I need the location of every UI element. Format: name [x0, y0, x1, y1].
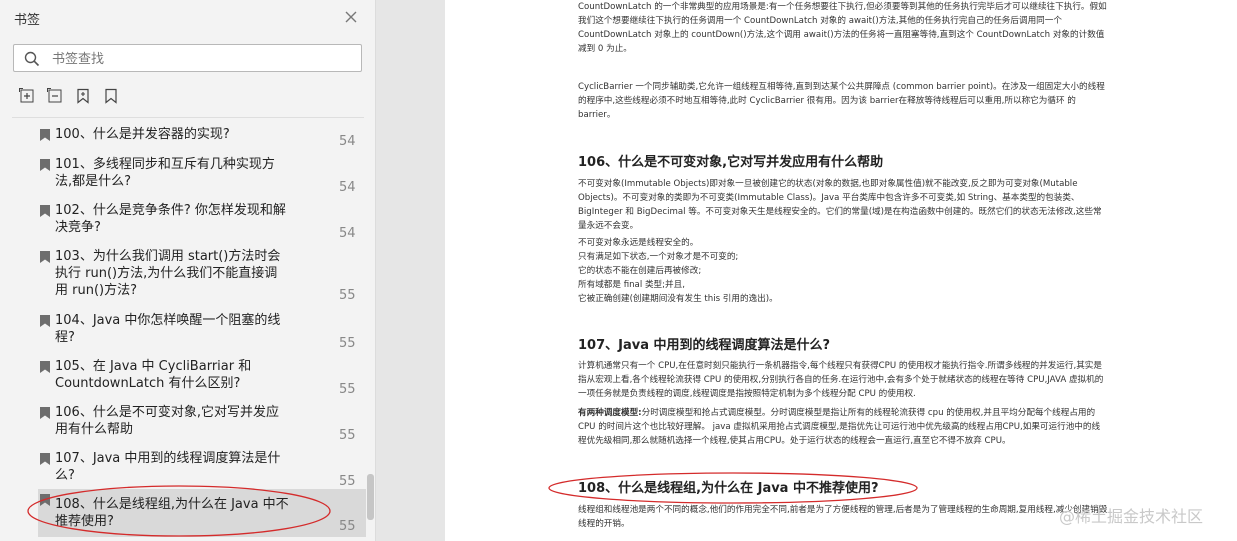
bold-lead: 有两种调度模型: — [578, 408, 642, 418]
bookmark-label: 106、什么是不可变对象,它对写并发应用有什么帮助 — [55, 405, 279, 437]
bookmark-item[interactable]: 100、什么是并发容器的实现? 54 — [28, 124, 366, 150]
paragraph: 有两种调度模型:分时调度模型和抢占式调度模型。分时调度模型是指让所有的线程轮流获… — [578, 406, 1108, 448]
watermark: @稀土掘金技术社区 — [1059, 507, 1204, 526]
paragraph: 只有满足如下状态,一个对象才是不可变的; — [578, 252, 739, 262]
bookmark-label: 105、在 Java 中 CycliBarriar 和 CountdownLat… — [55, 359, 252, 391]
bookmark-icon — [40, 494, 50, 506]
close-icon[interactable] — [343, 9, 359, 25]
bookmark-page: 55 — [339, 288, 356, 303]
bookmark-icon — [40, 315, 50, 327]
bookmark-icon — [40, 159, 50, 171]
bookmark-icon — [40, 361, 50, 373]
bookmark-item[interactable]: 102、什么是竞争条件? 你怎样发现和解决竞争? 54 — [28, 200, 366, 241]
bookmark-page: 54 — [339, 180, 356, 195]
bookmark-page: 55 — [339, 474, 356, 489]
paragraph: 所有域都是 final 类型;并且, — [578, 280, 685, 290]
paragraph: 不可变对象(Immutable Objects)即对象一旦被创建它的状态(对象的… — [578, 179, 1102, 231]
bookmark-label: 101、多线程同步和互斥有几种实现方法,都是什么? — [55, 157, 275, 189]
paragraph: 线程组和线程池是两个不同的概念,他们的作用完全不同,前者是为了方便线程的管理,后… — [578, 505, 1108, 529]
bookmark-panel: 书签 100、什么是并发容器的实现? — [0, 0, 376, 541]
paragraph: 计算机通常只有一个 CPU,在任意时刻只能执行一条机器指令,每个线程只有获得CP… — [578, 361, 1104, 399]
bookmark-page: 55 — [339, 382, 356, 397]
bookmark-icon — [40, 453, 50, 465]
bookmark-icon — [40, 251, 50, 263]
paragraph-body: 分时调度模型和抢占式调度模型。分时调度模型是指让所有的线程轮流获得 cpu 的使… — [578, 408, 1101, 446]
bookmark-list: 100、什么是并发容器的实现? 54 101、多线程同步和互斥有几种实现方法,都… — [0, 124, 366, 541]
divider — [12, 117, 364, 118]
section-heading: 106、什么是不可变对象,它对写并发应用有什么帮助 — [578, 155, 884, 170]
search-icon — [24, 51, 40, 67]
bookmark-icon — [40, 129, 50, 141]
bookmark-icon — [40, 205, 50, 217]
paragraph: CyclicBarrier 一个同步辅助类,它允许一组线程互相等待,直到到达某个… — [578, 82, 1105, 120]
scrollbar-thumb[interactable] — [367, 474, 374, 520]
panel-title: 书签 — [14, 13, 41, 28]
expand-all-icon[interactable] — [19, 88, 35, 104]
add-bookmark-icon[interactable] — [75, 88, 91, 104]
bookmark-label: 108、什么是线程组,为什么在 Java 中不推荐使用? — [55, 497, 289, 529]
bookmark-item-selected[interactable]: 108、什么是线程组,为什么在 Java 中不推荐使用? 55 — [38, 489, 366, 537]
paragraph: CountDownLatch 的一个非常典型的应用场景是:有一个任务想要往下执行… — [578, 2, 1107, 54]
bookmark-item[interactable]: 106、什么是不可变对象,它对写并发应用有什么帮助 55 — [28, 402, 366, 443]
bookmark-label: 102、什么是竞争条件? 你怎样发现和解决竞争? — [55, 203, 286, 235]
document-page: CountDownLatch 的一个非常典型的应用场景是:有一个任务想要往下执行… — [445, 0, 1237, 541]
section-heading: 108、什么是线程组,为什么在 Java 中不推荐使用? — [578, 481, 879, 496]
bookmark-label: 107、Java 中用到的线程调度算法是什么? — [55, 451, 281, 483]
search-input[interactable] — [50, 49, 354, 69]
bookmark-label: 103、为什么我们调用 start()方法时会执行 run()方法,为什么我们不… — [55, 249, 281, 298]
bookmark-page: 55 — [339, 428, 356, 443]
bookmark-item[interactable]: 104、Java 中你怎样唤醒一个阻塞的线程? 55 — [28, 310, 366, 351]
section-heading: 107、Java 中用到的线程调度算法是什么? — [578, 338, 831, 353]
bookmark-icon[interactable] — [103, 88, 119, 104]
bookmark-search-box[interactable] — [13, 44, 362, 72]
paragraph: 它的状态不能在创建后再被修改; — [578, 266, 702, 276]
bookmark-item[interactable]: 105、在 Java 中 CycliBarriar 和 CountdownLat… — [28, 356, 366, 397]
bookmark-item[interactable]: 107、Java 中用到的线程调度算法是什么? 55 — [28, 448, 366, 489]
bookmark-label: 100、什么是并发容器的实现? — [55, 127, 230, 142]
bookmark-item[interactable]: 103、为什么我们调用 start()方法时会执行 run()方法,为什么我们不… — [28, 246, 366, 303]
bookmark-label: 104、Java 中你怎样唤醒一个阻塞的线程? — [55, 313, 281, 345]
bookmark-page: 55 — [339, 336, 356, 351]
paragraph: 不可变对象永远是线程安全的。 — [578, 238, 699, 248]
bookmark-item[interactable]: 101、多线程同步和互斥有几种实现方法,都是什么? 54 — [28, 154, 366, 195]
paragraph: 它被正确创建(创建期间没有发生 this 引用的逸出)。 — [578, 294, 778, 304]
bookmark-icon — [40, 407, 50, 419]
bookmark-page: 54 — [339, 226, 356, 241]
collapse-all-icon[interactable] — [47, 88, 63, 104]
bookmark-page: 54 — [339, 134, 356, 149]
bookmark-page: 55 — [339, 519, 356, 534]
